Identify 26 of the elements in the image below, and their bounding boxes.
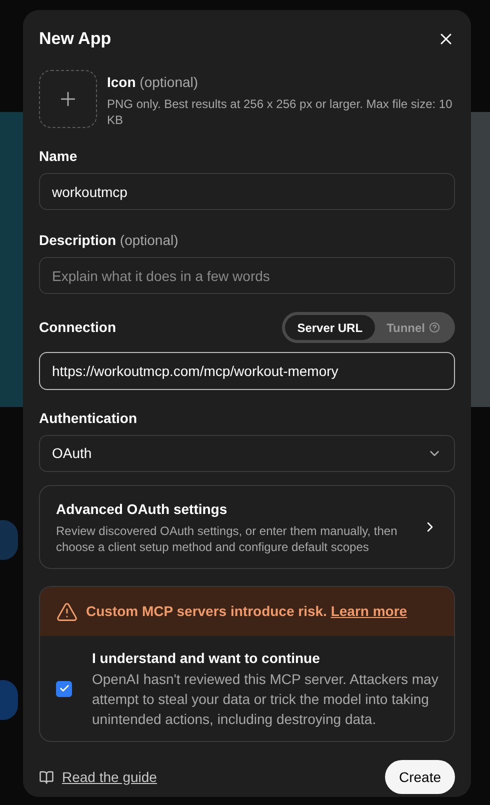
advanced-settings-card[interactable]: Advanced OAuth settings Review discovered OAuth settings, or enter them manually, then choose a client setup method and configure default scopes [39, 485, 455, 569]
field-label: Name [39, 147, 78, 166]
authentication-select[interactable]: OAuth [39, 435, 455, 472]
url-field[interactable]: https://workoutmcp.com/mcp/workout-memory [39, 352, 455, 390]
consent-title: I understand and want to continue [92, 649, 321, 668]
icon-label: Icon (optional) [107, 73, 200, 92]
warning-text: Custom MCP servers introduce risk. Learn more [86, 602, 408, 621]
learn-more-link[interactable]: Learn more [330, 603, 408, 619]
field-label: Authentication [39, 409, 138, 428]
field-label: Description (optional) [39, 231, 180, 250]
consent-checkbox[interactable] [56, 680, 72, 696]
icon-upload-button[interactable] [39, 70, 97, 128]
connection-tab[interactable]: Server URL [285, 315, 375, 340]
field-label: Connection [39, 318, 116, 337]
guide-link[interactable]: Read the guide [39, 766, 157, 788]
book-icon [39, 770, 54, 784]
warning-icon [56, 600, 78, 622]
check-icon [58, 683, 70, 694]
card-title: Advanced OAuth settings [56, 500, 228, 519]
name-field[interactable]: workoutmcp [39, 173, 455, 210]
create-button[interactable]: Create [384, 760, 455, 794]
consent-text: OpenAI hasn't reviewed this MCP server. Attackers may attempt to steal your data or trick the model into taking unintended actions, including destroying data. [92, 670, 440, 729]
card-text: Review discovered OAuth settings, or enter them manually, then choose a client setup method and configure default scopes [56, 523, 398, 555]
description-field[interactable]: Explain what it does in a few words [39, 257, 455, 294]
dialog-title: New App [39, 28, 112, 50]
icon-help-text: PNG only. Best results at 256 x 256 px or larger. Max file size: 10 KB [107, 96, 454, 128]
